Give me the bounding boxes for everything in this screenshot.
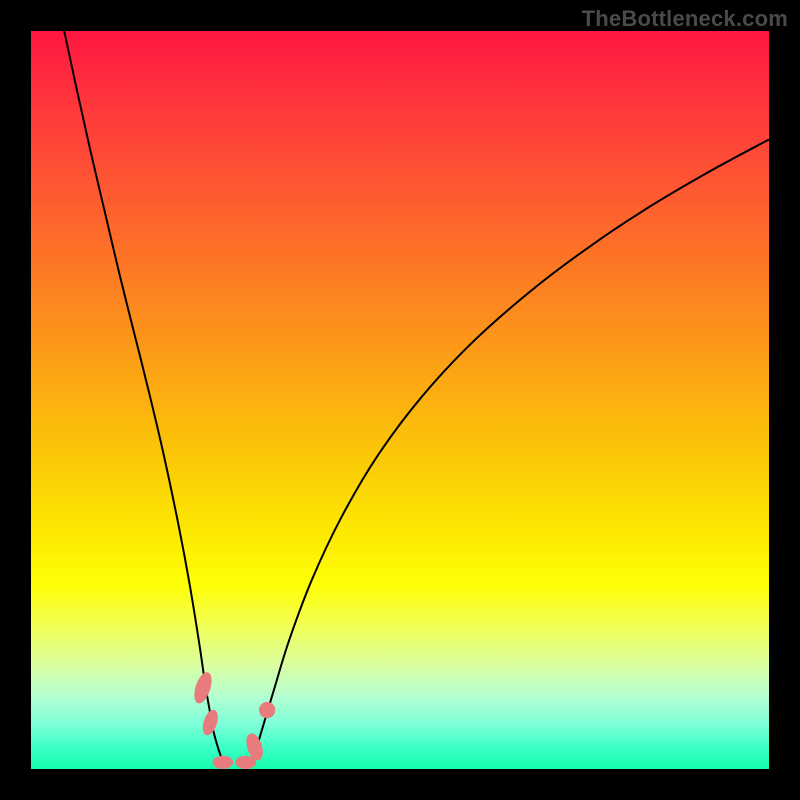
- left-upper-blob: [191, 670, 215, 705]
- curve-layer: [31, 31, 769, 769]
- left-cpu-curve: [64, 31, 223, 762]
- watermark-label: TheBottleneck.com: [582, 6, 788, 32]
- right-gpu-curve: [252, 139, 769, 761]
- chart-stage: TheBottleneck.com: [0, 0, 800, 800]
- right-upper-dot: [259, 702, 275, 718]
- bottom-right-blob: [235, 756, 256, 769]
- plot-area: [31, 31, 769, 769]
- bottleneck-markers: [191, 670, 275, 769]
- bottom-left-blob: [213, 756, 234, 769]
- left-lower-blob: [200, 708, 221, 737]
